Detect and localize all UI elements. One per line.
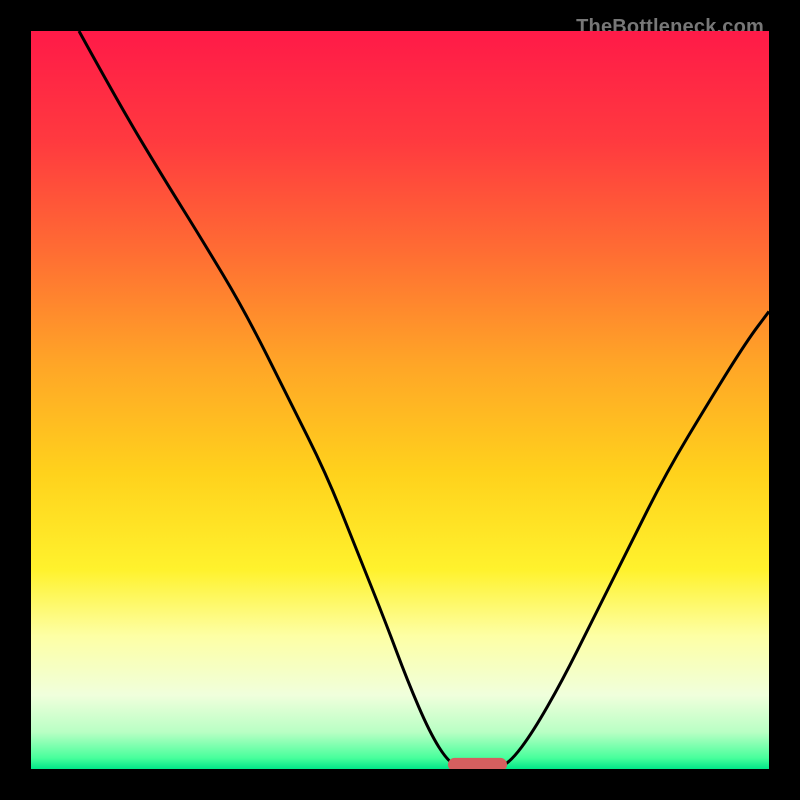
plot-area	[31, 31, 769, 769]
curve-layer	[31, 31, 769, 769]
optimal-range-marker	[448, 758, 507, 769]
chart-frame: TheBottleneck.com	[16, 16, 784, 784]
bottleneck-curve	[79, 31, 769, 769]
